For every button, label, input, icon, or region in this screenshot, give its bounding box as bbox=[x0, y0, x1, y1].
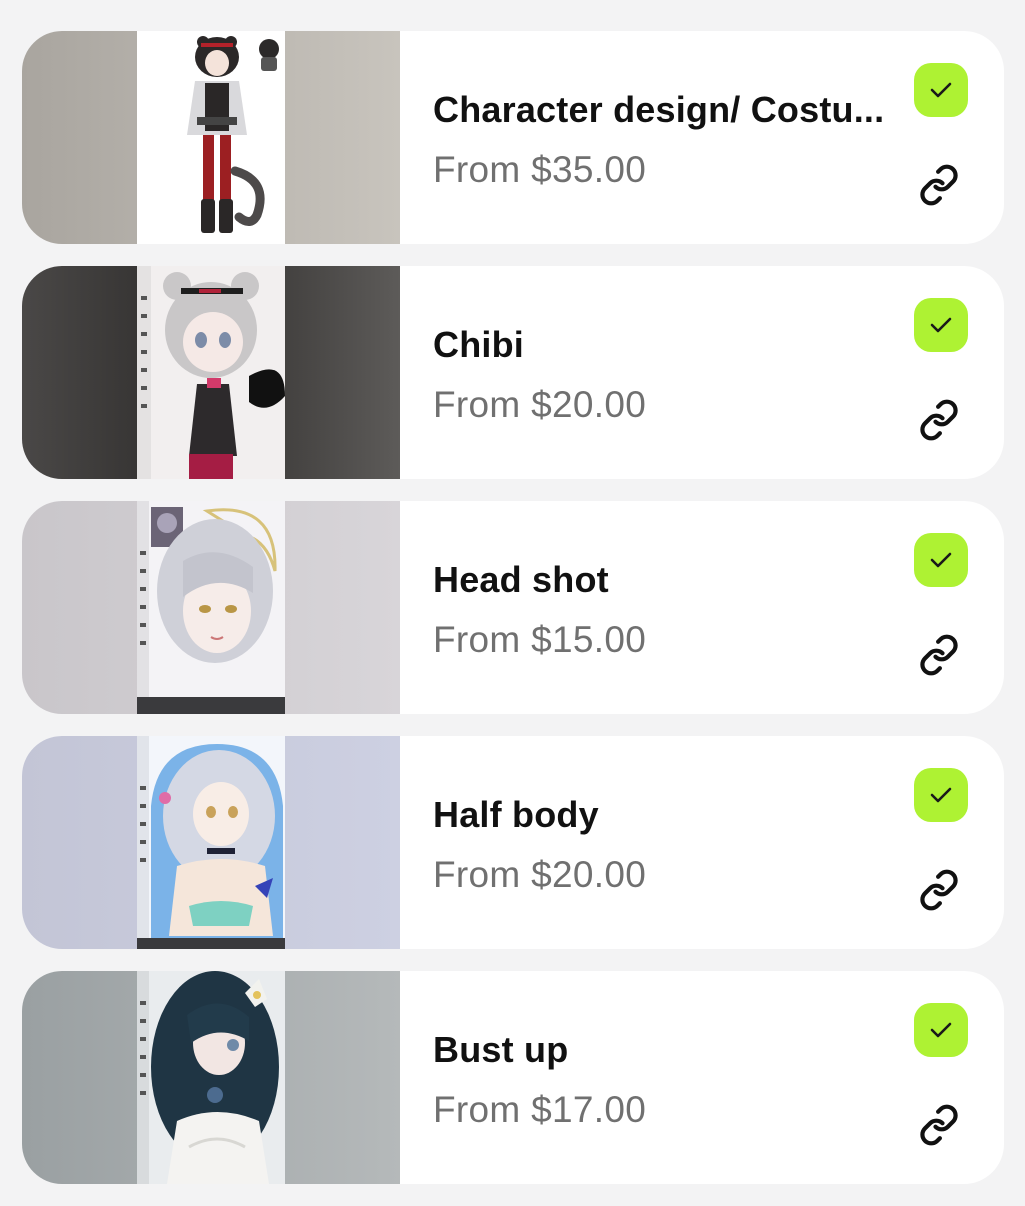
commission-thumbnail bbox=[22, 31, 400, 244]
link-icon[interactable] bbox=[918, 1104, 960, 1146]
bust-up-artwork bbox=[137, 971, 285, 1184]
item-title: Character design/ Costu... bbox=[433, 89, 885, 130]
selected-checkbox[interactable] bbox=[914, 63, 968, 117]
commission-card[interactable]: Character design/ Costu... From $35.00 bbox=[22, 31, 1004, 244]
item-price: From $35.00 bbox=[433, 149, 647, 190]
commission-thumbnail bbox=[22, 971, 400, 1184]
commission-card[interactable]: Chibi From $20.00 bbox=[22, 266, 1004, 479]
checkmark-icon bbox=[930, 82, 952, 98]
item-title: Chibi bbox=[433, 324, 524, 365]
commission-card[interactable]: Head shot From $15.00 bbox=[22, 501, 1004, 714]
selected-checkbox[interactable] bbox=[914, 1003, 968, 1057]
link-icon[interactable] bbox=[918, 869, 960, 911]
link-icon[interactable] bbox=[918, 634, 960, 676]
half-body-artwork bbox=[137, 736, 285, 949]
item-price: From $17.00 bbox=[433, 1089, 647, 1130]
item-price: From $20.00 bbox=[433, 384, 647, 425]
commission-thumbnail bbox=[22, 266, 400, 479]
checkmark-icon bbox=[930, 1022, 952, 1038]
item-price: From $20.00 bbox=[433, 854, 647, 895]
item-title: Half body bbox=[433, 794, 599, 835]
checkmark-icon bbox=[930, 317, 952, 333]
commission-card[interactable]: Half body From $20.00 bbox=[22, 736, 1004, 949]
checkmark-icon bbox=[930, 787, 952, 803]
character-design-artwork bbox=[137, 31, 285, 244]
link-icon[interactable] bbox=[918, 399, 960, 441]
selected-checkbox[interactable] bbox=[914, 298, 968, 352]
item-title: Bust up bbox=[433, 1029, 569, 1070]
checkmark-icon bbox=[930, 552, 952, 568]
chibi-artwork bbox=[137, 266, 285, 479]
commission-list: Character design/ Costu... From $35.00 C… bbox=[22, 31, 1004, 1206]
item-price: From $15.00 bbox=[433, 619, 647, 660]
commission-thumbnail bbox=[22, 736, 400, 949]
selected-checkbox[interactable] bbox=[914, 533, 968, 587]
commission-card[interactable]: Bust up From $17.00 bbox=[22, 971, 1004, 1184]
link-icon[interactable] bbox=[918, 164, 960, 206]
selected-checkbox[interactable] bbox=[914, 768, 968, 822]
commission-thumbnail bbox=[22, 501, 400, 714]
head-shot-artwork bbox=[137, 501, 285, 714]
item-title: Head shot bbox=[433, 559, 609, 600]
